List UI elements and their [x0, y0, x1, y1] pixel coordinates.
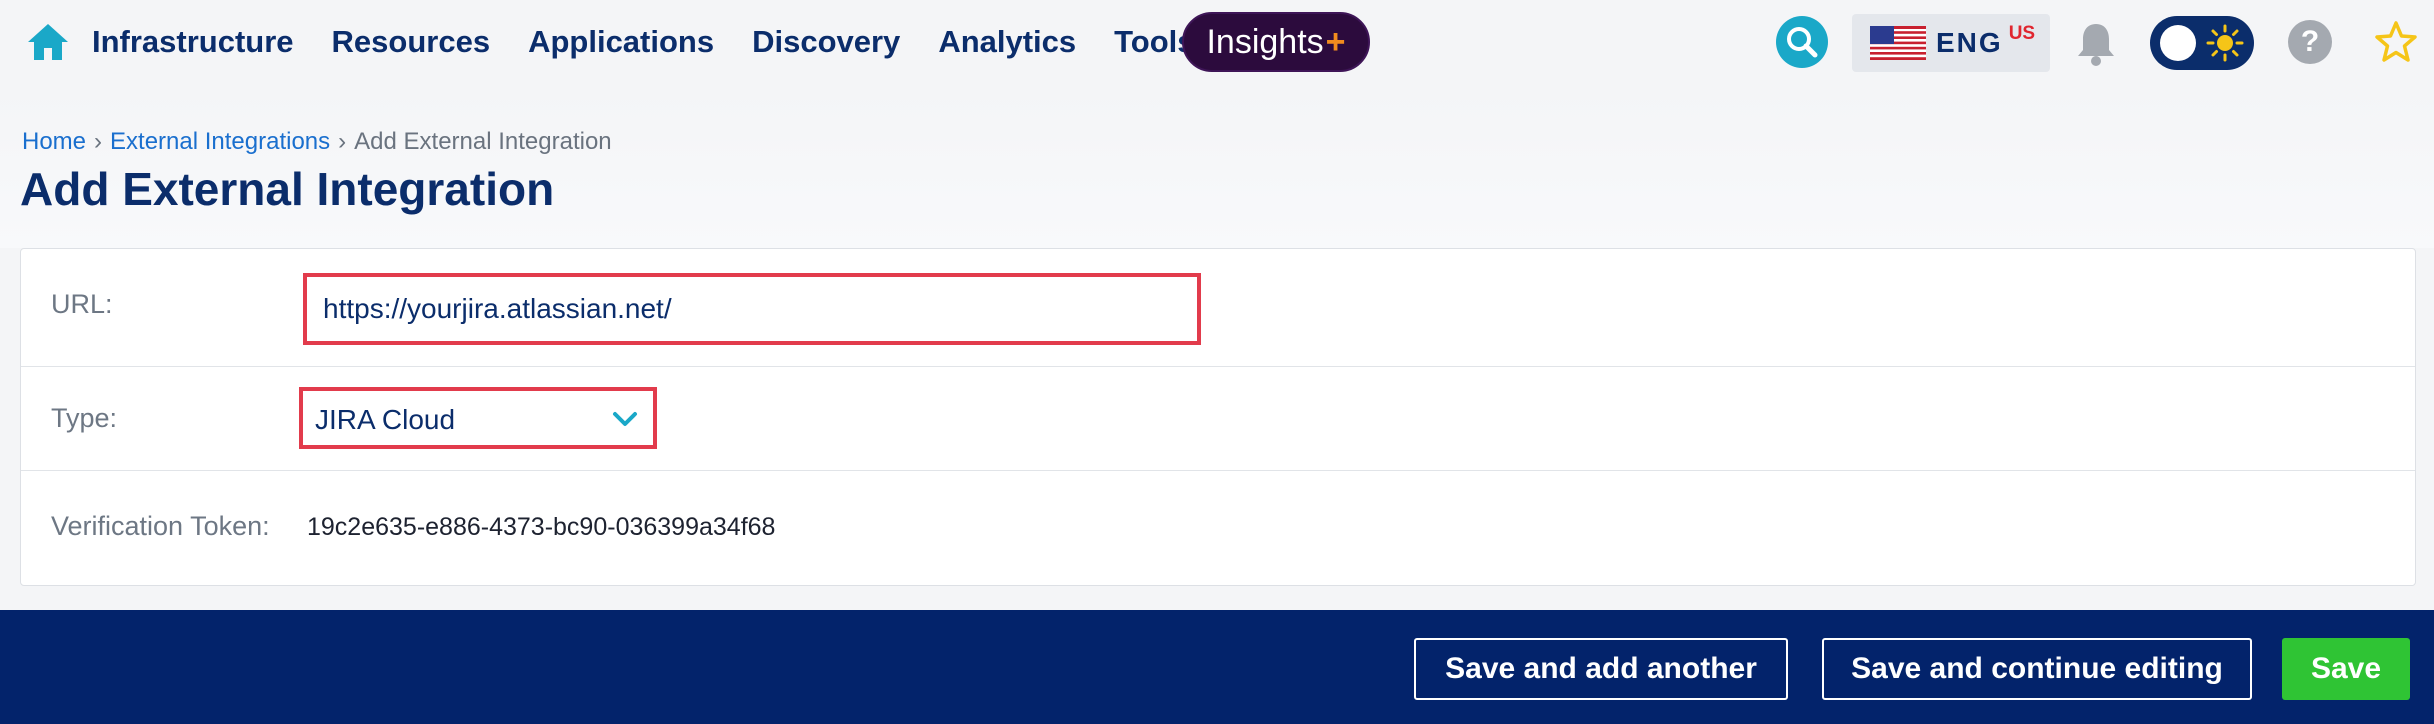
- language-selector[interactable]: ENG US: [1852, 14, 2050, 72]
- theme-toggle[interactable]: [2150, 16, 2254, 70]
- url-row: URL:: [21, 249, 2415, 367]
- submit-row: Save and add another Save and continue e…: [0, 610, 2434, 724]
- sun-icon: [2206, 24, 2244, 62]
- us-flag-icon: [1870, 26, 1926, 60]
- nav-discovery[interactable]: Discovery: [752, 24, 900, 60]
- main-menu: Infrastructure Resources Applications Di…: [92, 20, 1233, 64]
- insights-label: Insights: [1206, 22, 1324, 61]
- type-label: Type:: [51, 403, 118, 433]
- nav-resources[interactable]: Resources: [332, 24, 491, 60]
- language-region: US: [2008, 23, 2036, 44]
- save-button[interactable]: Save: [2282, 638, 2410, 700]
- nav-applications[interactable]: Applications: [528, 24, 714, 60]
- breadcrumb: Home › External Integrations › Add External …: [22, 128, 612, 156]
- toggle-knob: [2160, 25, 2196, 61]
- type-selected-value: JIRA Cloud: [315, 404, 456, 435]
- breadcrumb-current: Add External Integration: [354, 128, 612, 155]
- url-label: URL:: [51, 289, 113, 319]
- search-icon: [1787, 27, 1818, 58]
- top-navigation: Infrastructure Resources Applications Di…: [0, 0, 2434, 88]
- nav-infrastructure[interactable]: Infrastructure: [92, 24, 294, 60]
- insights-button[interactable]: Insights +: [1182, 12, 1370, 72]
- url-input[interactable]: [303, 273, 1201, 345]
- page-header: Home › External Integrations › Add External …: [0, 88, 2434, 248]
- type-row: Type: JIRA Cloud: [21, 367, 2415, 471]
- chevron-down-icon: [613, 412, 637, 426]
- type-select[interactable]: JIRA Cloud: [299, 387, 657, 449]
- star-icon[interactable]: [2374, 20, 2418, 64]
- verification-token-label: Verification Token:: [51, 511, 270, 541]
- nav-analytics[interactable]: Analytics: [938, 24, 1076, 60]
- breadcrumb-home[interactable]: Home: [22, 128, 86, 155]
- search-button[interactable]: [1776, 16, 1828, 68]
- integration-form: URL: Type: JIRA Cloud Verification Token…: [20, 248, 2416, 586]
- breadcrumb-separator: ›: [338, 128, 347, 155]
- save-and-continue-button[interactable]: Save and continue editing: [1822, 638, 2252, 700]
- save-and-add-another-button[interactable]: Save and add another: [1414, 638, 1788, 700]
- token-row: Verification Token: 19c2e635-e886-4373-b…: [21, 471, 2415, 585]
- bell-icon[interactable]: [2074, 20, 2118, 68]
- home-icon[interactable]: [26, 22, 70, 62]
- verification-token-value: 19c2e635-e886-4373-bc90-036399a34f68: [307, 513, 776, 541]
- help-icon[interactable]: ?: [2288, 20, 2332, 64]
- insights-plus: +: [1325, 22, 1346, 61]
- breadcrumb-external-integrations[interactable]: External Integrations: [110, 128, 330, 155]
- breadcrumb-separator: ›: [94, 128, 103, 155]
- language-code: ENG: [1936, 27, 2003, 58]
- page-title: Add External Integration: [20, 163, 555, 215]
